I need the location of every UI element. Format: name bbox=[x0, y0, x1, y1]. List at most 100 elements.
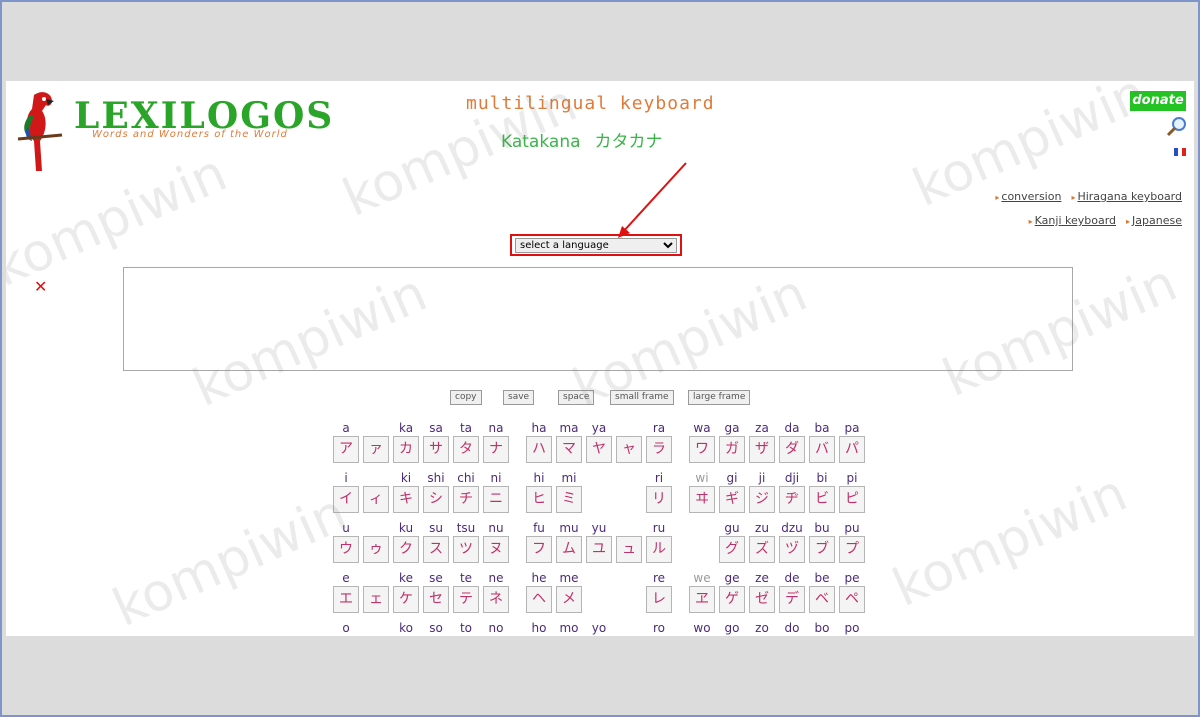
katakana-key[interactable]: ァ bbox=[363, 436, 389, 463]
key-romaji-label: pe bbox=[844, 571, 860, 585]
key-romaji-label: a bbox=[342, 421, 350, 435]
key-romaji-label: wa bbox=[693, 421, 711, 435]
katakana-key[interactable]: ウ bbox=[333, 536, 359, 563]
katakana-key[interactable]: チ bbox=[453, 486, 479, 513]
katakana-key[interactable]: サ bbox=[423, 436, 449, 463]
link-conversion[interactable]: conversion bbox=[995, 190, 1061, 203]
katakana-key[interactable]: ヂ bbox=[779, 486, 805, 513]
katakana-key[interactable]: シ bbox=[423, 486, 449, 513]
katakana-key[interactable]: テ bbox=[453, 586, 479, 613]
copy-button[interactable]: copy bbox=[450, 390, 482, 405]
key-romaji-label: pa bbox=[844, 421, 860, 435]
key-romaji-label: e bbox=[342, 571, 350, 585]
large-frame-button[interactable]: large frame bbox=[688, 390, 751, 405]
katakana-key[interactable]: ベ bbox=[809, 586, 835, 613]
katakana-key[interactable]: ヤ bbox=[586, 436, 612, 463]
katakana-key[interactable]: キ bbox=[393, 486, 419, 513]
search-icon[interactable] bbox=[1166, 116, 1188, 138]
katakana-key[interactable]: マ bbox=[556, 436, 582, 463]
katakana-key[interactable]: イ bbox=[333, 486, 359, 513]
small-frame-button[interactable]: small frame bbox=[610, 390, 674, 405]
katakana-key[interactable]: ユ bbox=[586, 536, 612, 563]
katakana-key[interactable]: ィ bbox=[363, 486, 389, 513]
katakana-key[interactable]: デ bbox=[779, 586, 805, 613]
katakana-key[interactable]: リ bbox=[646, 486, 672, 513]
katakana-key[interactable]: フ bbox=[526, 536, 552, 563]
katakana-key[interactable]: ブ bbox=[809, 536, 835, 563]
save-button[interactable]: save bbox=[503, 390, 535, 405]
katakana-key[interactable]: ピ bbox=[839, 486, 865, 513]
katakana-key[interactable]: ハ bbox=[526, 436, 552, 463]
key-romaji-label: ro bbox=[652, 621, 665, 635]
katakana-key[interactable]: タ bbox=[453, 436, 479, 463]
katakana-key[interactable]: ワ bbox=[689, 436, 715, 463]
text-editor[interactable] bbox=[123, 267, 1073, 371]
katakana-key[interactable]: ビ bbox=[809, 486, 835, 513]
subtitle-text: Katakana bbox=[501, 132, 581, 152]
katakana-key[interactable]: ツ bbox=[453, 536, 479, 563]
language-select[interactable]: select a language bbox=[515, 238, 677, 253]
katakana-key[interactable]: ム bbox=[556, 536, 582, 563]
katakana-key[interactable]: エ bbox=[333, 586, 359, 613]
katakana-key[interactable]: ダ bbox=[779, 436, 805, 463]
katakana-key[interactable]: ヅ bbox=[779, 536, 805, 563]
katakana-key[interactable]: ル bbox=[646, 536, 672, 563]
key-romaji-label: ga bbox=[724, 421, 740, 435]
katakana-key[interactable]: パ bbox=[839, 436, 865, 463]
katakana-key[interactable]: ズ bbox=[749, 536, 775, 563]
key-romaji-label: re bbox=[652, 571, 666, 585]
katakana-key[interactable]: ミ bbox=[556, 486, 582, 513]
katakana-key[interactable]: プ bbox=[839, 536, 865, 563]
katakana-key[interactable]: ス bbox=[423, 536, 449, 563]
key-romaji-label: gi bbox=[726, 471, 738, 485]
katakana-key[interactable]: バ bbox=[809, 436, 835, 463]
key-romaji-label: ke bbox=[399, 571, 413, 585]
space-button[interactable]: space bbox=[558, 390, 595, 405]
katakana-key[interactable]: ア bbox=[333, 436, 359, 463]
katakana-key[interactable]: ガ bbox=[719, 436, 745, 463]
katakana-key[interactable]: ニ bbox=[483, 486, 509, 513]
katakana-key[interactable]: ヌ bbox=[483, 536, 509, 563]
katakana-key[interactable]: ヒ bbox=[526, 486, 552, 513]
key-romaji-label: ki bbox=[400, 471, 412, 485]
logo[interactable]: LEXILOGOS Words and Wonders of the World bbox=[12, 89, 332, 179]
link-kanji-keyboard[interactable]: Kanji keyboard bbox=[1029, 214, 1116, 227]
katakana-key[interactable]: ュ bbox=[616, 536, 642, 563]
katakana-key[interactable]: ジ bbox=[749, 486, 775, 513]
key-romaji-label: da bbox=[784, 421, 800, 435]
key-romaji-label: zo bbox=[755, 621, 769, 635]
page-title: multilingual keyboard bbox=[466, 93, 715, 114]
katakana-key[interactable]: ケ bbox=[393, 586, 419, 613]
katakana-key[interactable]: メ bbox=[556, 586, 582, 613]
katakana-key[interactable]: ナ bbox=[483, 436, 509, 463]
donate-button[interactable]: donate bbox=[1130, 91, 1186, 111]
katakana-key[interactable]: ェ bbox=[363, 586, 389, 613]
katakana-key[interactable]: ギ bbox=[719, 486, 745, 513]
katakana-key[interactable]: ヰ bbox=[689, 486, 715, 513]
key-romaji-label: do bbox=[784, 621, 800, 635]
katakana-key[interactable]: ャ bbox=[616, 436, 642, 463]
key-romaji-label: ru bbox=[652, 521, 666, 535]
key-romaji-label: na bbox=[488, 421, 504, 435]
key-romaji-label: ne bbox=[488, 571, 504, 585]
katakana-key[interactable]: ゲ bbox=[719, 586, 745, 613]
katakana-key[interactable]: ザ bbox=[749, 436, 775, 463]
katakana-key[interactable]: ネ bbox=[483, 586, 509, 613]
link-hiragana-keyboard[interactable]: Hiragana keyboard bbox=[1071, 190, 1182, 203]
katakana-key[interactable]: ヘ bbox=[526, 586, 552, 613]
key-romaji-label: se bbox=[429, 571, 443, 585]
katakana-key[interactable]: ペ bbox=[839, 586, 865, 613]
katakana-key[interactable]: ゼ bbox=[749, 586, 775, 613]
katakana-key[interactable]: グ bbox=[719, 536, 745, 563]
katakana-key[interactable]: ヱ bbox=[689, 586, 715, 613]
key-romaji-label: ni bbox=[490, 471, 502, 485]
link-japanese[interactable]: Japanese bbox=[1126, 214, 1182, 227]
katakana-key[interactable]: ク bbox=[393, 536, 419, 563]
french-flag-icon[interactable] bbox=[1174, 148, 1186, 156]
clear-icon[interactable]: ✕ bbox=[34, 277, 47, 296]
katakana-key[interactable]: ゥ bbox=[363, 536, 389, 563]
katakana-key[interactable]: レ bbox=[646, 586, 672, 613]
katakana-key[interactable]: ラ bbox=[646, 436, 672, 463]
katakana-key[interactable]: カ bbox=[393, 436, 419, 463]
katakana-key[interactable]: セ bbox=[423, 586, 449, 613]
